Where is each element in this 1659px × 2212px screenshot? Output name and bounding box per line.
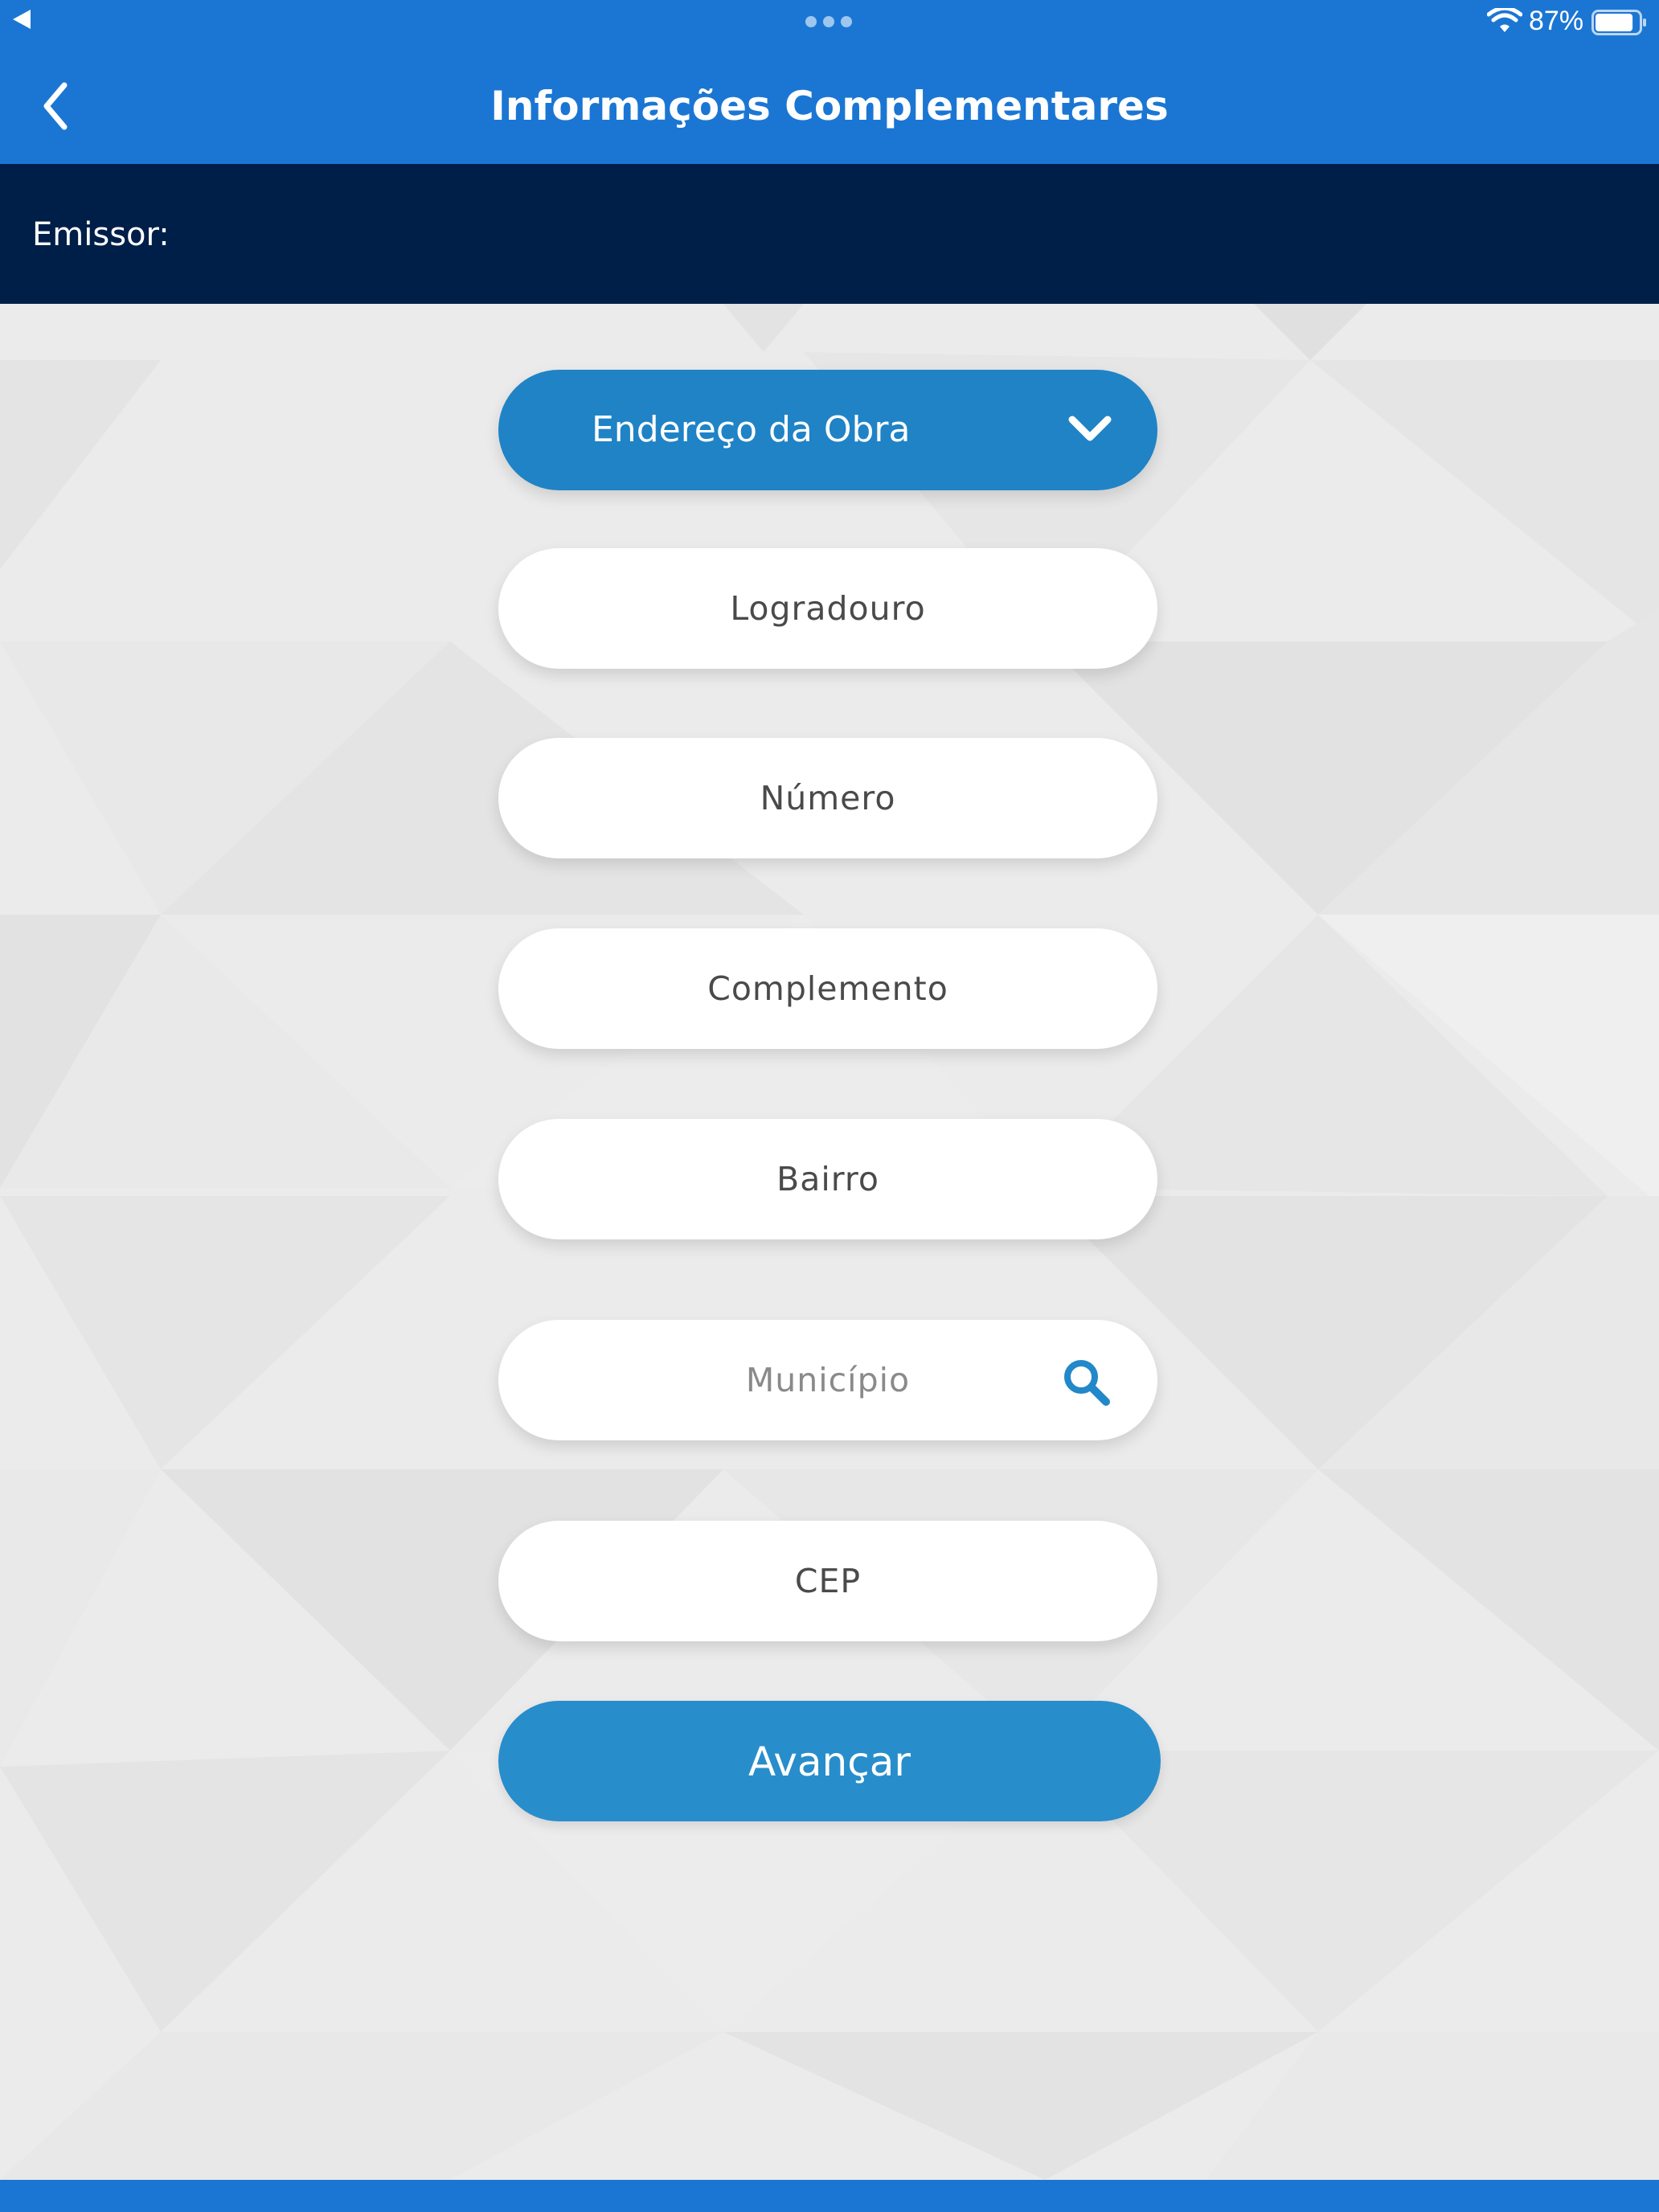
section-dropdown-label: Endereço da Obra: [592, 409, 911, 450]
complemento-placeholder: Complemento: [707, 969, 948, 1008]
complemento-field[interactable]: Complemento: [498, 928, 1157, 1049]
cep-placeholder: CEP: [794, 1562, 862, 1600]
numero-field[interactable]: Número: [498, 738, 1157, 858]
bairro-field[interactable]: Bairro: [498, 1119, 1157, 1239]
logradouro-field[interactable]: Logradouro: [498, 548, 1157, 669]
municipio-placeholder: Município: [745, 1361, 911, 1399]
numero-placeholder: Número: [760, 779, 896, 817]
address-form: Endereço da Obra Logradouro Número Compl…: [0, 0, 1659, 2212]
section-dropdown[interactable]: Endereço da Obra: [498, 370, 1157, 490]
logradouro-placeholder: Logradouro: [730, 589, 926, 628]
cep-field[interactable]: CEP: [498, 1521, 1157, 1641]
bairro-placeholder: Bairro: [776, 1160, 879, 1198]
municipio-field[interactable]: Município: [498, 1320, 1157, 1440]
chevron-down-icon: [1068, 416, 1112, 441]
advance-button[interactable]: Avançar: [498, 1701, 1161, 1821]
search-icon[interactable]: [1061, 1357, 1111, 1407]
bottom-bar: [0, 2180, 1659, 2212]
